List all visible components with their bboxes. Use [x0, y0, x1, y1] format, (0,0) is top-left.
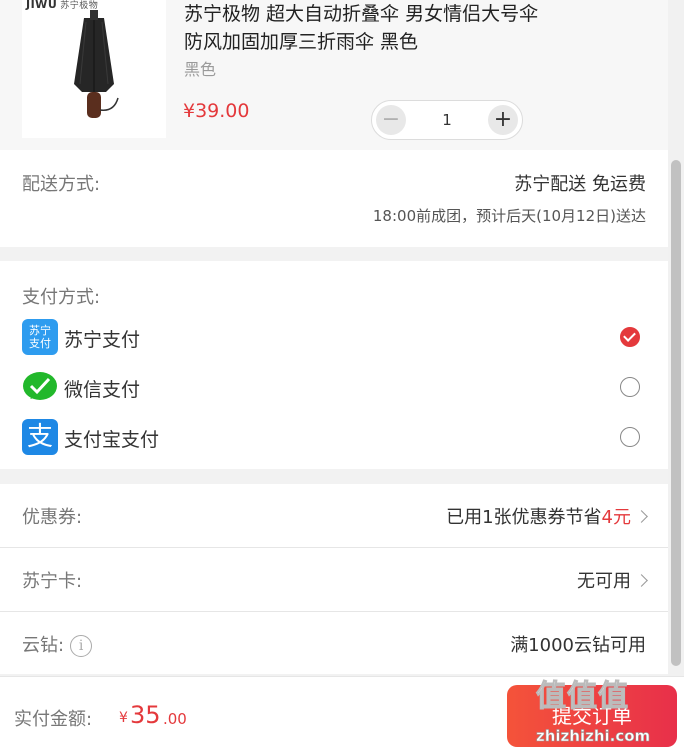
total-label: 实付金额: — [14, 709, 93, 730]
radio-unchecked-icon[interactable] — [620, 427, 640, 447]
info-icon[interactable]: i — [70, 635, 93, 657]
payment-option-label: 微信支付 — [64, 379, 141, 401]
quantity-value[interactable]: 1 — [422, 101, 472, 139]
coupon-value: 已用1张优惠券节省4元 — [446, 503, 648, 529]
total-amount: 35 — [130, 701, 161, 729]
product-title[interactable]: 苏宁极物 超大自动折叠伞 男女情侣大号伞 防风加固加厚三折雨伞 黑色 — [184, 0, 544, 56]
suning-card-label: 苏宁卡: — [22, 571, 83, 592]
suning-card-row[interactable]: 苏宁卡: 无可用 — [0, 548, 668, 612]
total-amount-decimal: .00 — [163, 710, 187, 728]
quantity-stepper: − 1 + — [371, 100, 523, 140]
scrollbar-thumb[interactable] — [671, 160, 681, 666]
umbrella-image — [74, 10, 119, 118]
payment-option-label: 苏宁支付 — [64, 329, 141, 351]
watermark-url: zhizhizhi.com — [536, 727, 651, 746]
product-price: ¥39.00 — [183, 100, 250, 122]
payment-option-suning[interactable]: 苏宁支付 苏宁支付 — [22, 319, 646, 357]
cloud-diamond-label: 云钻: i — [22, 631, 93, 657]
wechat-pay-icon — [22, 369, 58, 405]
decrease-button[interactable]: − — [376, 105, 406, 135]
brand-logo: JIWU 苏宁极物 — [26, 0, 99, 11]
radio-unchecked-icon[interactable] — [620, 377, 640, 397]
increase-button[interactable]: + — [488, 105, 518, 135]
discounts-section: 优惠券: 已用1张优惠券节省4元 苏宁卡: 无可用 云钻: i 满1000云钻可用 — [0, 484, 668, 674]
payment-option-wechat[interactable]: 微信支付 — [22, 369, 646, 407]
delivery-method: 苏宁配送 免运费 — [514, 174, 646, 195]
scrollbar[interactable] — [668, 0, 684, 754]
total-currency: ¥ — [119, 710, 128, 726]
coupon-label: 优惠券: — [22, 507, 83, 528]
radio-checked-icon[interactable] — [620, 327, 640, 347]
coupon-row[interactable]: 优惠券: 已用1张优惠券节省4元 — [0, 484, 668, 548]
checkout-page: JIWU 苏宁极物 苏宁极物 超大自动折叠伞 男女情侣大号伞 防风加固加厚三折雨伞… — [0, 0, 668, 754]
alipay-icon: 支 — [22, 419, 58, 455]
payment-option-label: 支付宝支付 — [64, 429, 160, 451]
delivery-label: 配送方式: — [22, 174, 101, 195]
chevron-right-icon — [635, 574, 648, 587]
order-footer: 实付金额: ¥ 35 .00 提交订单 值值值 zhizhizhi.com — [0, 676, 684, 755]
suning-card-value: 无可用 — [577, 567, 648, 593]
cloud-diamond-row: 云钻: i 满1000云钻可用 — [0, 612, 668, 675]
coupon-saving: 4元 — [601, 507, 631, 528]
delivery-eta: 18:00前成团，预计后天(10月12日)送达 — [372, 207, 646, 225]
cloud-diamond-value: 满1000云钻可用 — [510, 635, 646, 656]
product-image[interactable]: JIWU 苏宁极物 — [22, 0, 166, 138]
payment-section: 支付方式: 苏宁支付 苏宁支付 微信支付 支 支付宝支付 — [0, 261, 668, 469]
payment-label: 支付方式: — [22, 287, 101, 308]
chevron-right-icon — [635, 510, 648, 523]
payment-option-alipay[interactable]: 支 支付宝支付 — [22, 419, 646, 457]
suning-pay-icon: 苏宁支付 — [22, 319, 58, 355]
delivery-section: 配送方式: 苏宁配送 免运费 18:00前成团，预计后天(10月12日)送达 — [0, 150, 668, 247]
watermark-logo: 值值值 — [536, 679, 629, 715]
product-section: JIWU 苏宁极物 苏宁极物 超大自动折叠伞 男女情侣大号伞 防风加固加厚三折雨伞… — [0, 0, 668, 150]
product-spec: 黑色 — [184, 60, 217, 79]
